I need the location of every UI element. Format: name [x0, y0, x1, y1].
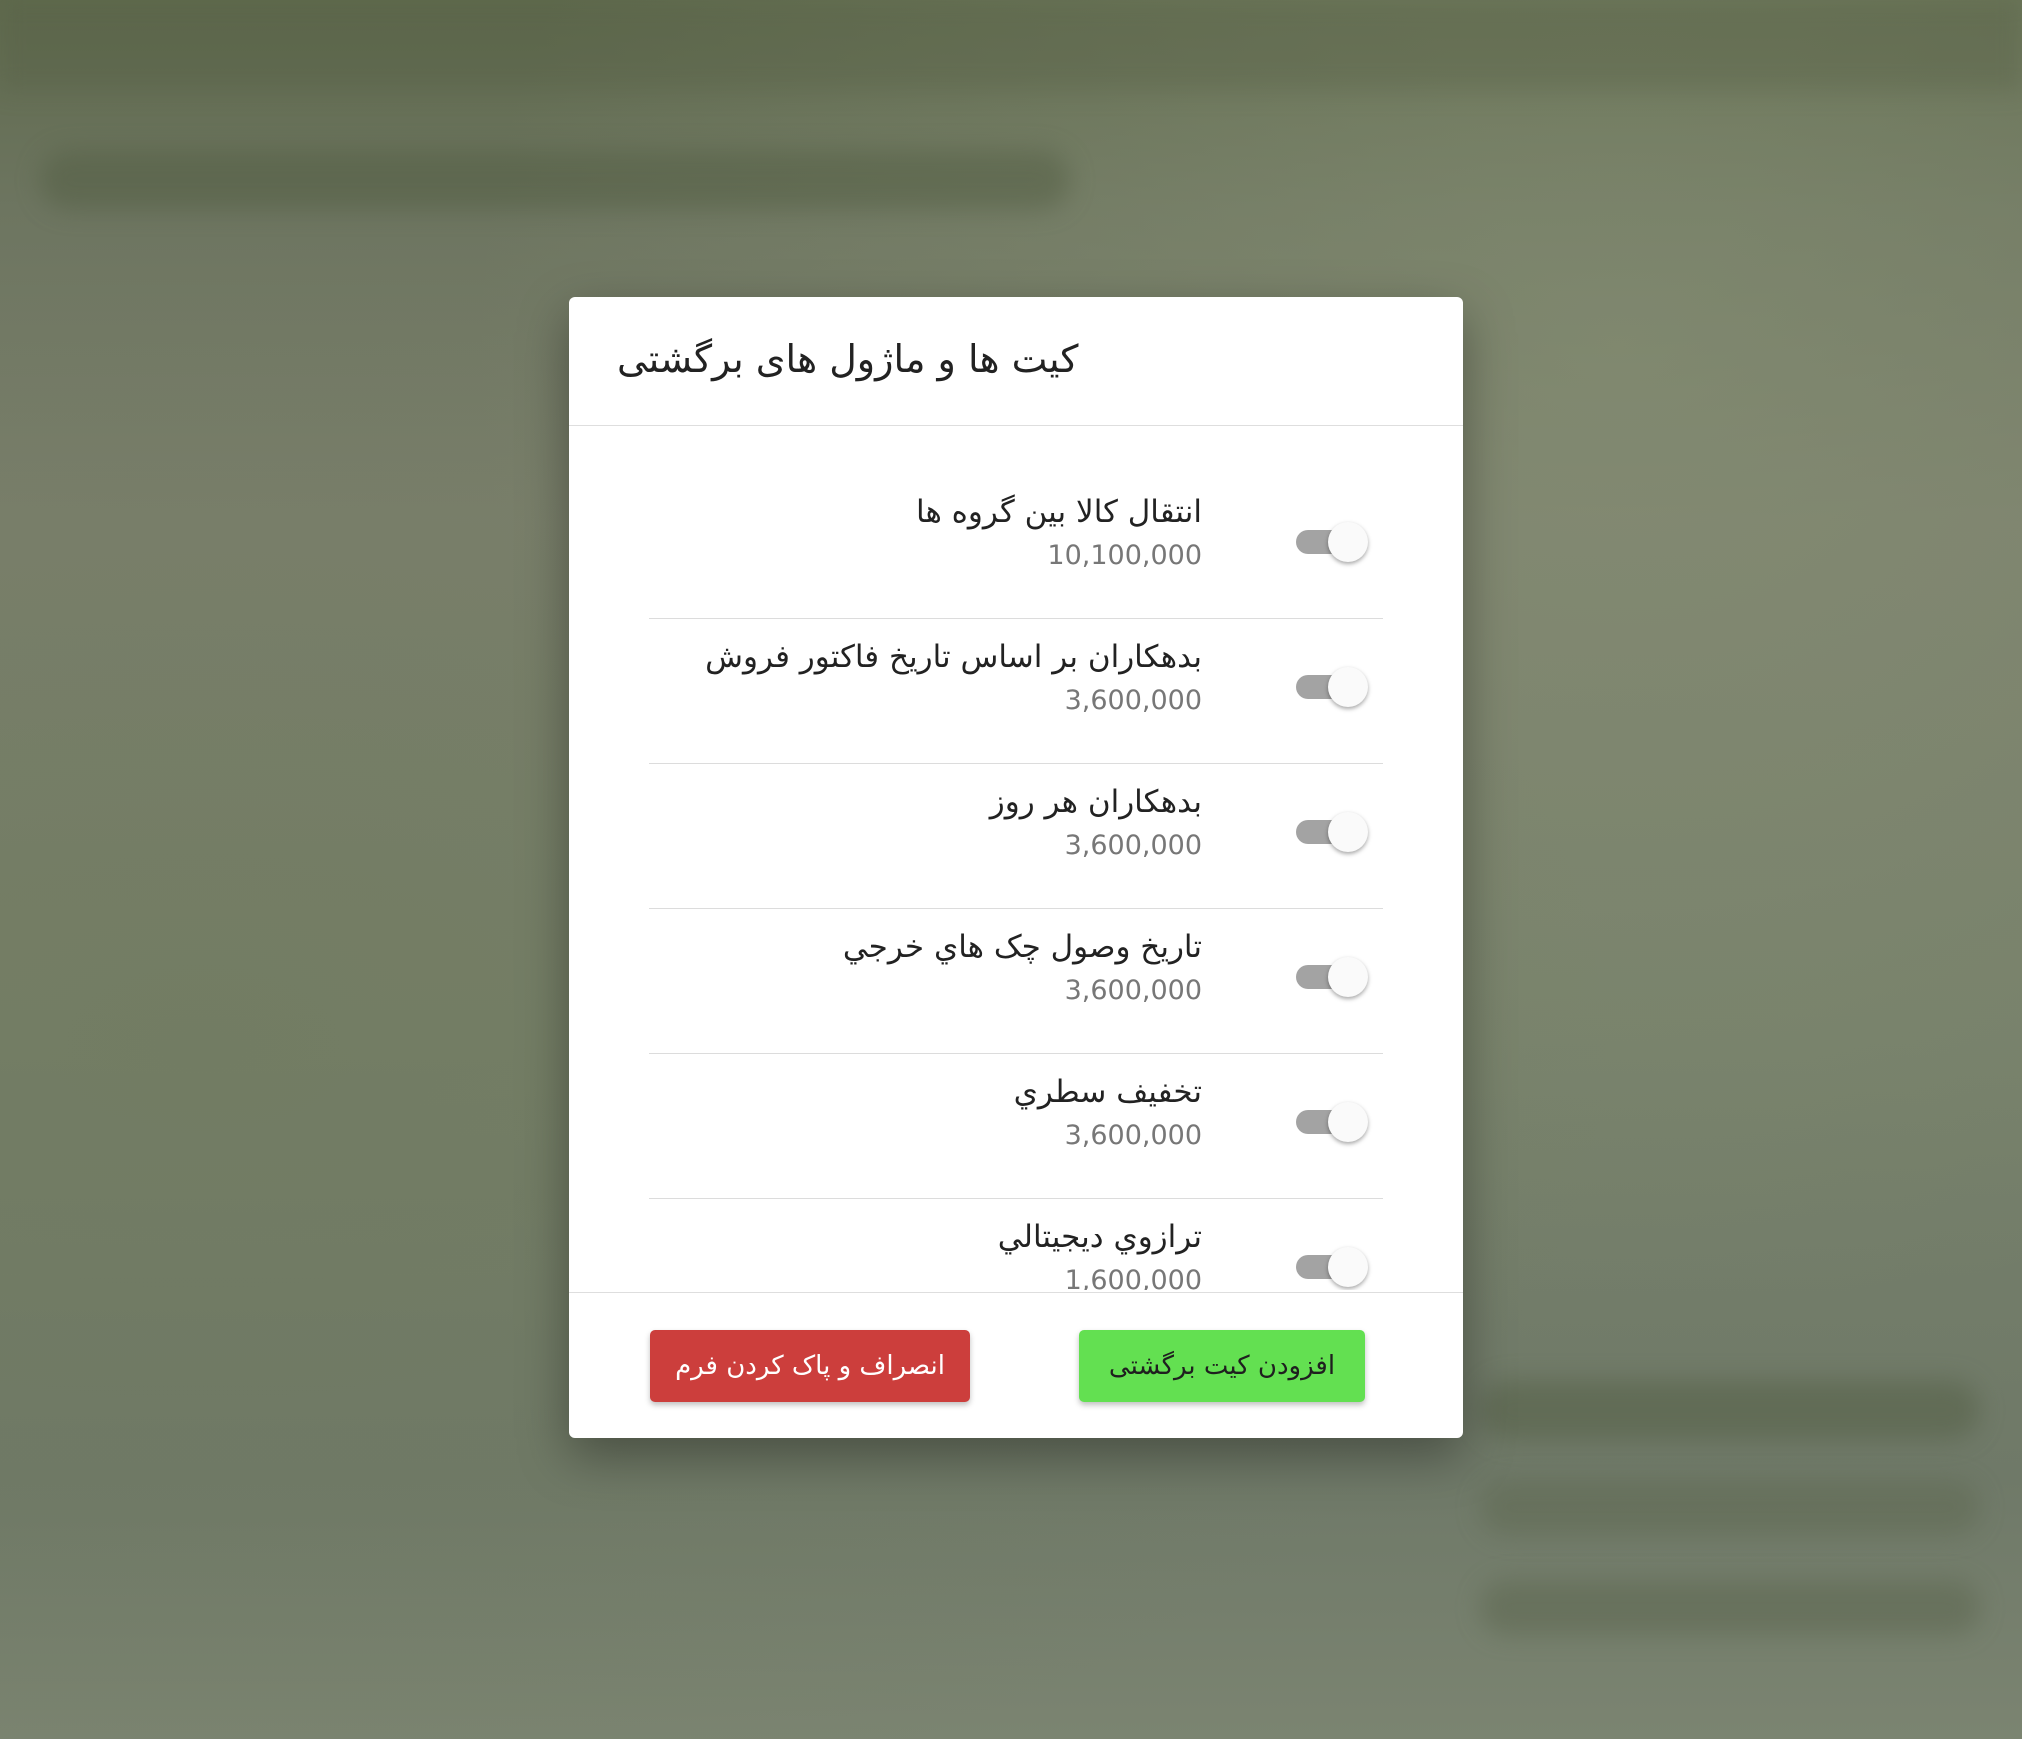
background-search-bar [40, 150, 1070, 210]
kit-list-item: تاريخ وصول چک هاي خرجي 3,600,000 [649, 909, 1383, 1054]
kit-name: ترازوي ديجيتالي [997, 1219, 1202, 1255]
returned-kits-dialog: کیت ها و ماژول های برگشتی انتقال کالا بی… [569, 297, 1463, 1438]
cancel-and-clear-form-button[interactable]: انصراف و پاک کردن فرم [650, 1330, 970, 1402]
toggle-knob [1328, 957, 1368, 997]
dialog-title: کیت ها و ماژول های برگشتی [617, 337, 1079, 381]
kit-name: بدهکاران هر روز [989, 784, 1202, 820]
kit-price: 1,600,000 [1064, 1265, 1202, 1290]
toggle-knob [1328, 667, 1368, 707]
toggle-knob [1328, 1102, 1368, 1142]
dialog-body[interactable]: انتقال کالا بین گروه ها 10,100,000 بدهکا… [569, 426, 1463, 1290]
background-panel-block [1480, 1380, 1980, 1440]
kit-list: انتقال کالا بین گروه ها 10,100,000 بدهکا… [649, 474, 1383, 1290]
kit-toggle-switch[interactable] [1294, 811, 1368, 852]
kit-name: انتقال کالا بین گروه ها [916, 494, 1202, 530]
kit-price: 3,600,000 [1064, 685, 1202, 716]
kit-toggle-switch[interactable] [1294, 956, 1368, 997]
kit-name: بدهکاران بر اساس تاریخ فاکتور فروش [705, 639, 1202, 675]
toggle-knob [1328, 812, 1368, 852]
dialog-header: کیت ها و ماژول های برگشتی [569, 297, 1463, 426]
kit-toggle-switch[interactable] [1294, 1246, 1368, 1287]
kit-name: تاريخ وصول چک هاي خرجي [842, 929, 1202, 965]
background-panel-block [1480, 1580, 1980, 1635]
background-panel-block [1480, 1480, 1980, 1535]
toggle-knob [1328, 1247, 1368, 1287]
kit-toggle-switch[interactable] [1294, 521, 1368, 562]
kit-list-item: انتقال کالا بین گروه ها 10,100,000 [649, 474, 1383, 619]
dialog-footer: افزودن کیت برگشتی انصراف و پاک کردن فرم [569, 1292, 1463, 1438]
background-header-bar [0, 0, 2022, 90]
kit-price: 3,600,000 [1064, 1120, 1202, 1151]
kit-list-item: ترازوي ديجيتالي 1,600,000 [649, 1199, 1383, 1290]
kit-price: 3,600,000 [1064, 975, 1202, 1006]
kit-price: 10,100,000 [1047, 540, 1202, 571]
toggle-knob [1328, 522, 1368, 562]
kit-list-item: بدهکاران بر اساس تاریخ فاکتور فروش 3,600… [649, 619, 1383, 764]
kit-list-item: بدهکاران هر روز 3,600,000 [649, 764, 1383, 909]
add-returned-kit-button[interactable]: افزودن کیت برگشتی [1079, 1330, 1365, 1402]
kit-name: تخفيف سطري [1013, 1074, 1202, 1110]
kit-price: 3,600,000 [1064, 830, 1202, 861]
kit-toggle-switch[interactable] [1294, 666, 1368, 707]
kit-toggle-switch[interactable] [1294, 1101, 1368, 1142]
kit-list-item: تخفيف سطري 3,600,000 [649, 1054, 1383, 1199]
